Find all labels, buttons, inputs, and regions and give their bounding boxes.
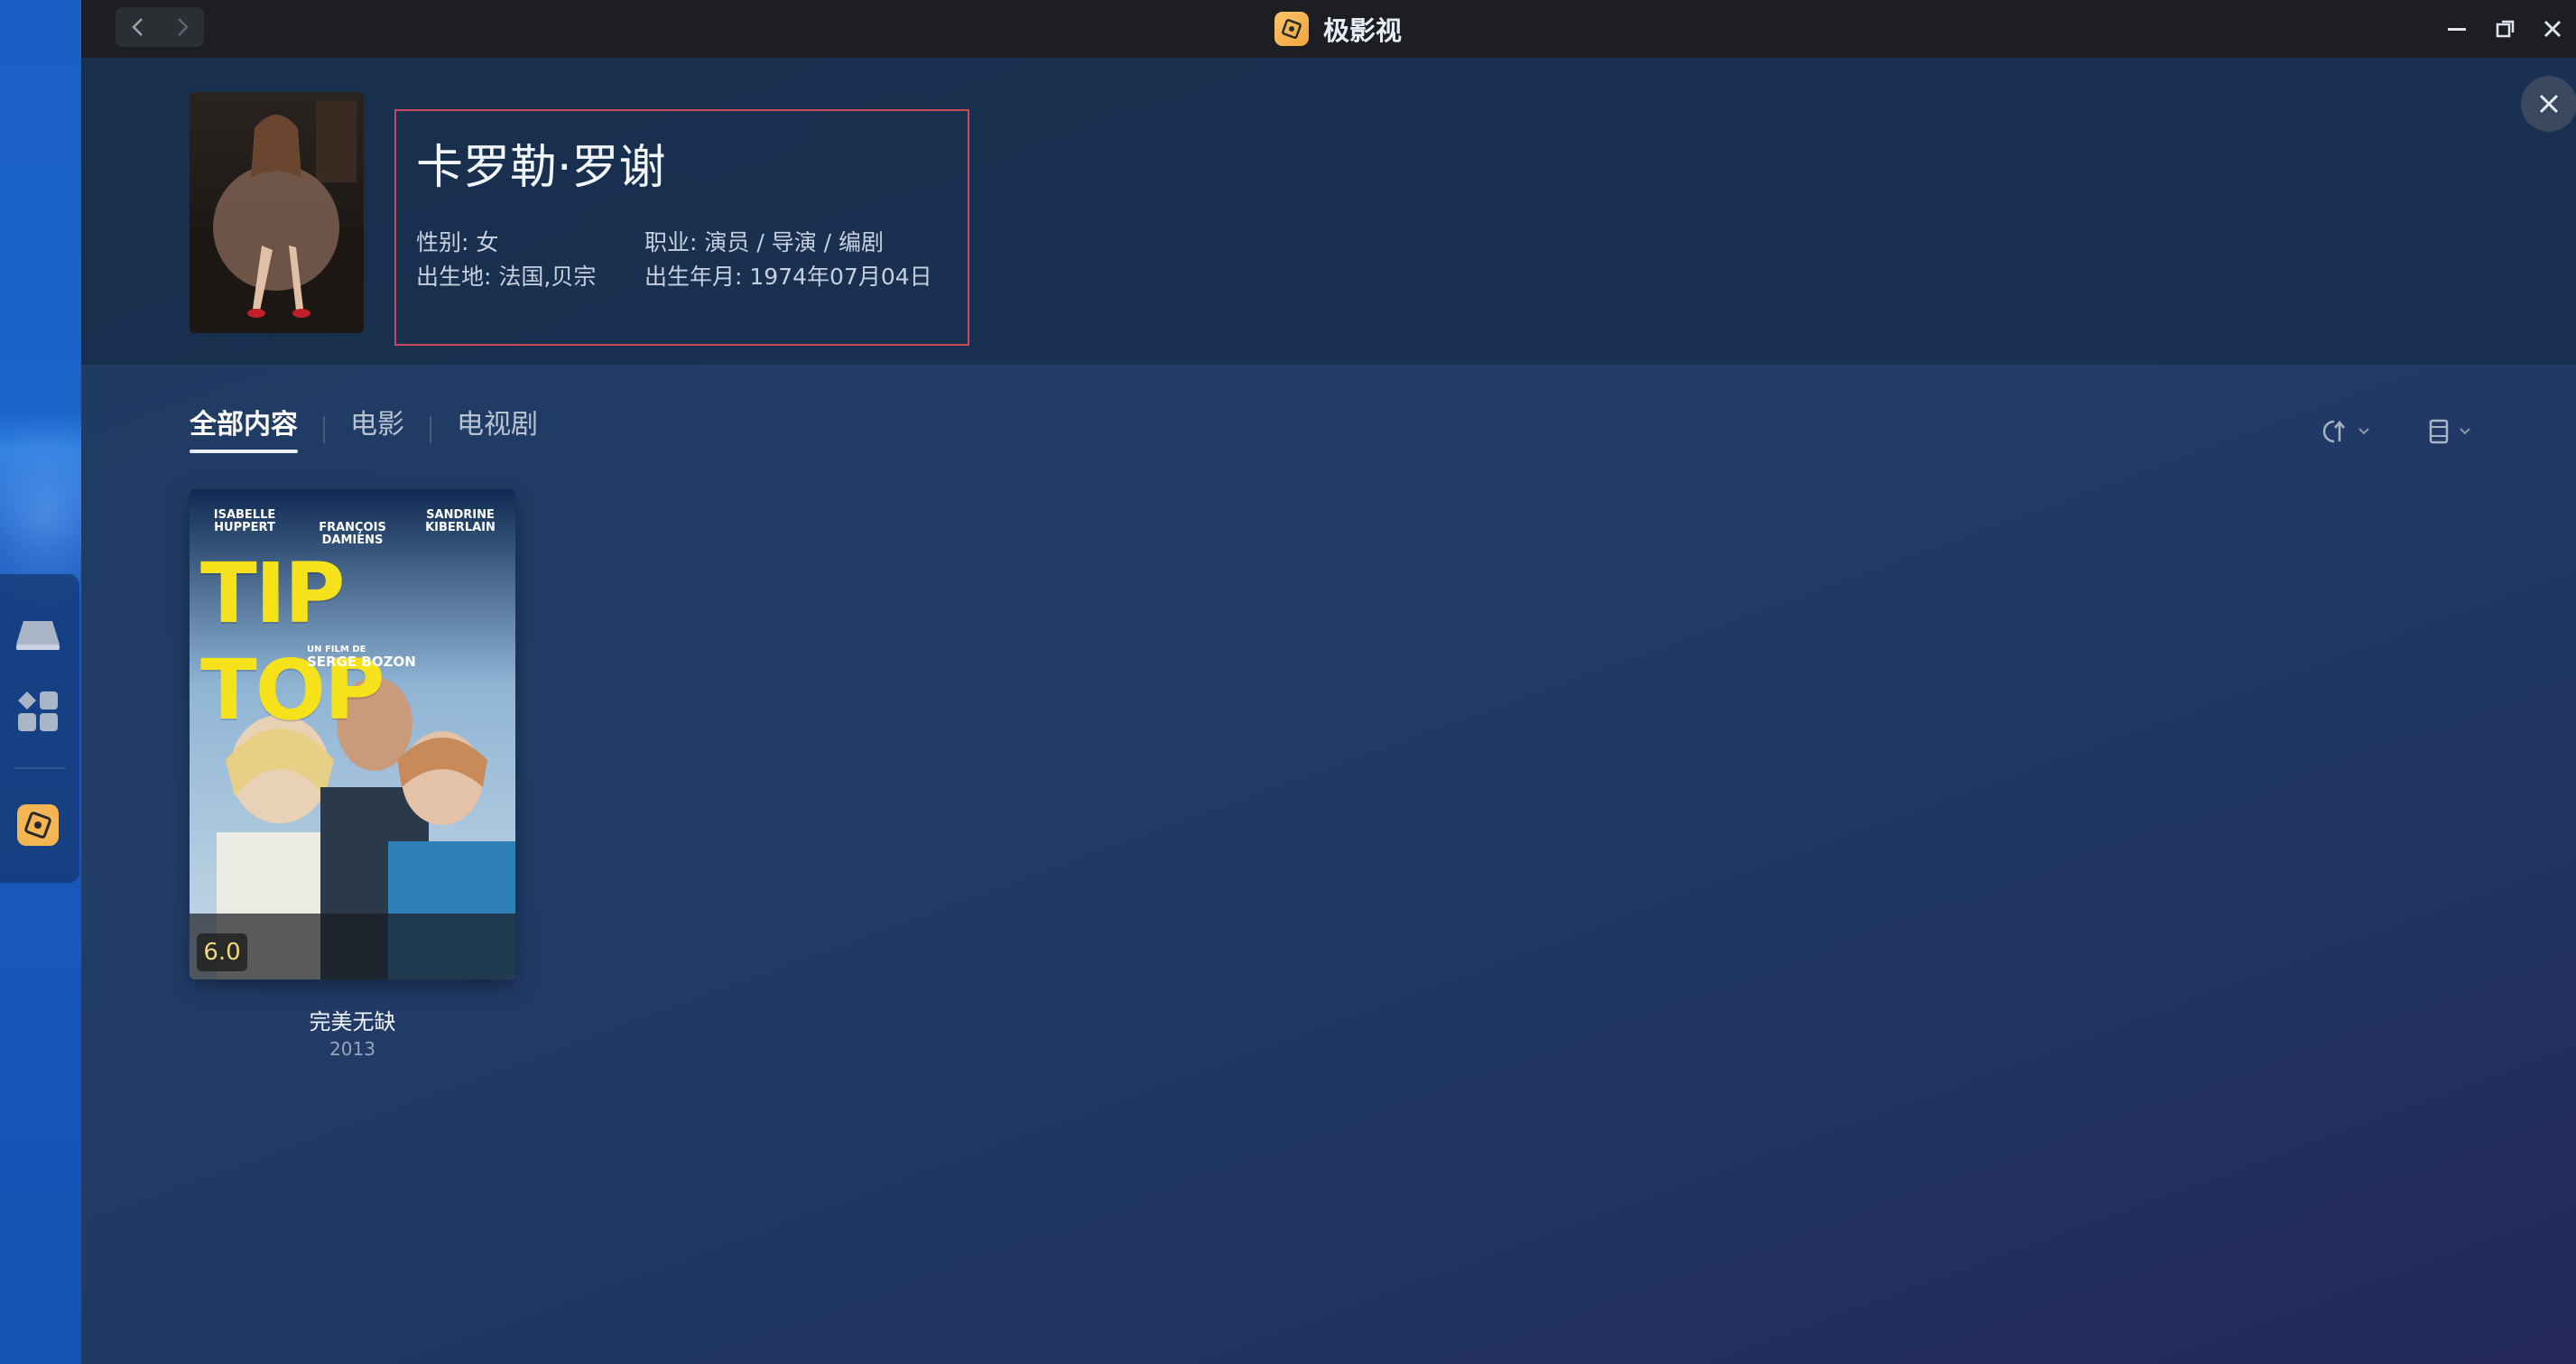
view-mode-button[interactable] [2428,413,2471,450]
poster-director: SERGE BOZON [307,654,416,670]
app-window: 极影视 卡罗勒·罗谢 性别: 女 职业: 演员 / 导演 / 编剧 出生地: 法… [81,0,2576,1364]
chevron-down-icon [2358,428,2369,435]
restore-icon [2496,20,2515,38]
tab-tv[interactable]: 电视剧 [457,403,538,457]
occupation-label: 职业 [644,229,690,255]
person-name: 卡罗勒·罗谢 [416,141,666,195]
dock [0,574,79,883]
chevron-down-icon [2460,428,2470,435]
desktop-background [0,0,81,1364]
birthplace-value: 法国,贝宗 [498,264,597,290]
media-title[interactable]: 完美无缺 [190,1004,515,1035]
person-info-box: 卡罗勒·罗谢 性别: 女 职业: 演员 / 导演 / 编剧 出生地: 法国,贝宗… [394,109,969,346]
window-title: 极影视 [1274,7,1402,51]
poster-title: TIP TOP [200,545,385,738]
chevron-left-icon [131,18,143,36]
tab-all[interactable]: 全部内容 [190,403,298,457]
gender-value: 女 [476,229,499,255]
birthdate-label: 出生年月 [644,264,736,290]
apps-grid-icon[interactable] [13,686,63,737]
view-mode-icon [2429,419,2449,444]
app-title-text: 极影视 [1323,15,1403,46]
media-year: 2013 [329,1038,375,1060]
nav-buttons [116,7,204,47]
movie-poster[interactable]: ISABELLE HUPPERT FRANÇOIS DAMIENS SANDRI… [190,489,515,979]
close-window-button[interactable] [2533,9,2572,49]
info-row-1: 性别: 女 职业: 演员 / 导演 / 编剧 [416,229,885,255]
content-tabs: 全部内容 电影 电视剧 [190,403,538,457]
minimize-button[interactable] [2437,9,2477,49]
title-bar: 极影视 [81,0,2576,58]
minimize-icon [2448,28,2466,31]
rating-badge: 6.0 [197,933,247,971]
maximize-button[interactable] [2486,9,2525,49]
back-button[interactable] [116,7,160,47]
poster-actor-1: ISABELLE HUPPERT [213,508,276,535]
sort-button[interactable] [2321,413,2370,450]
birthplace-label: 出生地 [416,264,485,290]
chevron-right-icon [177,18,189,36]
media-app-icon[interactable] [13,800,63,850]
sort-icon [2322,420,2345,443]
person-portrait [190,92,364,333]
birthdate-value: 1974年07月04日 [749,264,932,290]
close-detail-button[interactable] [2521,76,2576,132]
poster-actor-3: SANDRINE KIBERLAIN [425,508,496,535]
occupation-value: 演员 / 导演 / 编剧 [704,229,885,255]
gender-label: 性别 [416,229,462,255]
storage-icon[interactable] [13,610,63,661]
app-logo-icon [1274,12,1309,46]
poster-actor-2: FRANÇOIS DAMIENS [319,521,386,548]
forward-button[interactable] [160,7,204,47]
close-icon [2539,94,2559,114]
close-icon [2544,20,2562,38]
tab-movies[interactable]: 电影 [350,403,404,457]
info-row-2: 出生地: 法国,贝宗 出生年月: 1974年07月04日 [416,264,932,290]
media-card[interactable]: ISABELLE HUPPERT FRANÇOIS DAMIENS SANDRI… [190,489,515,1060]
